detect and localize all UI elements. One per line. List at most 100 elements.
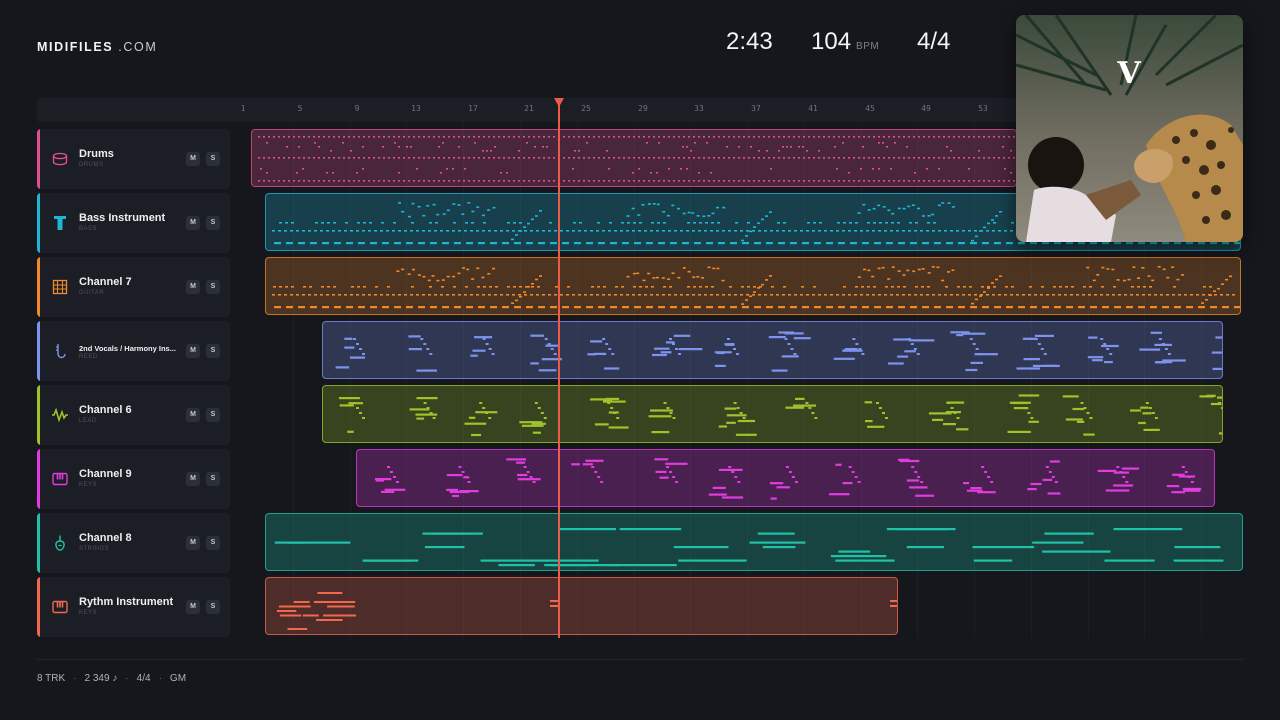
- mute-button[interactable]: M: [186, 536, 200, 550]
- track-color-bar: [37, 577, 40, 637]
- note-pattern: [272, 266, 1240, 309]
- track-color-bar: [37, 449, 40, 509]
- track-category: STRINGS: [79, 546, 110, 552]
- ruler-tick: 37: [751, 104, 761, 113]
- guitar-icon: [52, 279, 68, 295]
- note-pattern: [258, 136, 1015, 182]
- ruler-tick: 53: [978, 104, 988, 113]
- track-header-channel-7[interactable]: Channel 7 GUITAR M S: [37, 257, 230, 317]
- solo-button[interactable]: S: [206, 216, 220, 230]
- track-color-bar: [37, 513, 40, 573]
- brand-name: MIDIFILES: [37, 40, 114, 54]
- track-header-2nd-vocals[interactable]: 2nd Vocals / Harmony Ins... REED M S: [37, 321, 230, 381]
- note-pattern: [274, 528, 1224, 567]
- track-category: GUITAR: [79, 290, 105, 296]
- piano-icon: [52, 600, 68, 614]
- duration-readout: 2:43: [726, 28, 773, 55]
- ruler-tick: 5: [297, 104, 303, 113]
- piano-icon: [52, 472, 68, 486]
- status-footer: 8 TRK · 2 349 ♪ · 4/4 · GM: [37, 673, 187, 684]
- footer-time-signature: 4/4: [136, 673, 151, 684]
- timeline-ruler[interactable]: 1 5 9 13 17 21 25 29 33 37 41 45 49 53: [37, 98, 1017, 122]
- mute-button[interactable]: M: [186, 408, 200, 422]
- drum-icon: [52, 152, 68, 166]
- clip-channel-8[interactable]: [265, 513, 1243, 571]
- track-count: 8 TRK: [37, 673, 66, 684]
- clip-drums[interactable]: [251, 129, 1017, 187]
- track-header-channel-8[interactable]: Channel 8 STRINGS M S: [37, 513, 230, 573]
- track-name: 2nd Vocals / Harmony Ins...: [79, 344, 176, 353]
- playhead[interactable]: [558, 104, 560, 638]
- time-signature-readout: 4/4: [917, 28, 951, 55]
- track-category: KEYS: [79, 482, 98, 488]
- solo-button[interactable]: S: [206, 344, 220, 358]
- mute-button[interactable]: M: [186, 600, 200, 614]
- bass-icon: [54, 216, 66, 230]
- note-pattern: [339, 394, 1222, 437]
- note-count: 2 349 ♪: [84, 673, 118, 684]
- track-category: LEAD: [79, 418, 97, 424]
- mute-button[interactable]: M: [186, 152, 200, 166]
- track-color-bar: [37, 257, 40, 317]
- ruler-tick: 13: [411, 104, 421, 113]
- solo-button[interactable]: S: [206, 536, 220, 550]
- track-header-rythm-instrument[interactable]: Rythm Instrument KEYS M S: [37, 577, 230, 637]
- ruler-tick: 25: [581, 104, 591, 113]
- mute-button[interactable]: M: [186, 216, 200, 230]
- tempo-value: 104: [811, 28, 852, 55]
- clip-channel-6[interactable]: [322, 385, 1223, 443]
- brand-logo: MIDIFILES .COM: [37, 40, 157, 54]
- track-header-drums[interactable]: Drums DRUMS M S: [37, 129, 230, 189]
- track-header-channel-9[interactable]: Channel 9 KEYS M S: [37, 449, 230, 509]
- brand-suffix: .COM: [118, 40, 158, 54]
- clip-2nd-vocals[interactable]: [322, 321, 1223, 379]
- violin-icon: [55, 535, 65, 551]
- solo-button[interactable]: S: [206, 600, 220, 614]
- track-header-channel-6[interactable]: Channel 6 LEAD M S: [37, 385, 230, 445]
- track-color-bar: [37, 385, 40, 445]
- ruler-tick: 45: [865, 104, 875, 113]
- track-name: Drums: [79, 148, 114, 160]
- mute-button[interactable]: M: [186, 344, 200, 358]
- track-category: DRUMS: [79, 162, 104, 168]
- track-name: Channel 6: [79, 404, 132, 416]
- track-name: Rythm Instrument: [79, 596, 174, 608]
- tempo-readout: 104 BPM: [811, 28, 879, 56]
- track-name: Bass Instrument: [79, 212, 166, 224]
- ruler-tick: 29: [638, 104, 648, 113]
- mute-button[interactable]: M: [186, 280, 200, 294]
- track-color-bar: [37, 193, 40, 253]
- track-category: KEYS: [79, 610, 98, 616]
- mute-button[interactable]: M: [186, 472, 200, 486]
- clip-channel-9[interactable]: [356, 449, 1215, 507]
- playhead-handle[interactable]: [554, 98, 564, 107]
- track-name: Channel 7: [79, 276, 132, 288]
- solo-button[interactable]: S: [206, 408, 220, 422]
- track-name: Channel 8: [79, 532, 132, 544]
- midi-format: GM: [169, 673, 187, 684]
- ruler-tick: 1: [240, 104, 246, 113]
- ruler-tick: 21: [524, 104, 534, 113]
- tempo-unit: BPM: [856, 41, 880, 52]
- track-name: Channel 9: [79, 468, 132, 480]
- reed-icon: [56, 344, 66, 359]
- ruler-tick: 17: [468, 104, 478, 113]
- waveform-icon: [52, 407, 68, 423]
- ruler-tick: 49: [921, 104, 931, 113]
- ruler-tick: 33: [694, 104, 704, 113]
- solo-button[interactable]: S: [206, 152, 220, 166]
- note-pattern: [335, 331, 1222, 372]
- ruler-tick: 9: [354, 104, 360, 113]
- footer-divider: [37, 659, 1243, 660]
- track-color-bar: [37, 321, 40, 381]
- solo-button[interactable]: S: [206, 472, 220, 486]
- clip-rythm-instrument[interactable]: [265, 577, 898, 635]
- note-pattern: [375, 458, 1202, 500]
- track-category: REED: [79, 354, 98, 360]
- clip-channel-7[interactable]: [265, 257, 1241, 315]
- ruler-tick: 41: [808, 104, 818, 113]
- solo-button[interactable]: S: [206, 280, 220, 294]
- album-art: V: [1016, 15, 1243, 242]
- track-header-bass-instrument[interactable]: Bass Instrument BASS M S: [37, 193, 230, 253]
- note-pattern: [276, 592, 897, 630]
